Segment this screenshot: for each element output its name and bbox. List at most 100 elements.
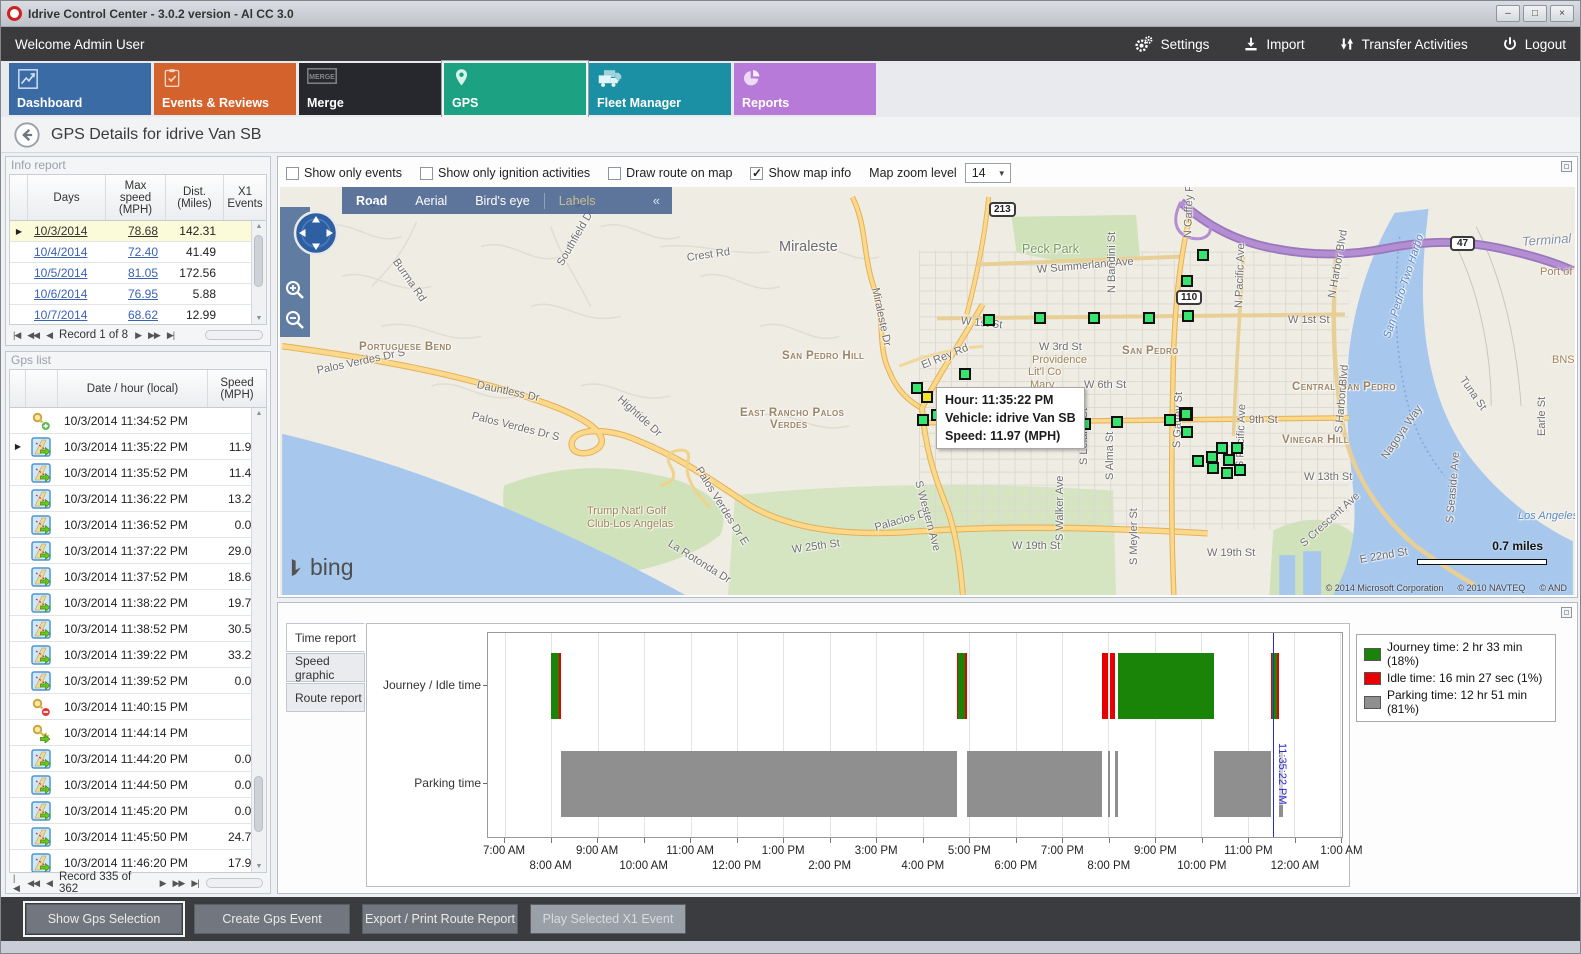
parking-bar[interactable] bbox=[561, 751, 956, 817]
gps-row[interactable]: 10/3/2014 11:35:52 PM11.47 bbox=[10, 460, 266, 486]
max-speed-link[interactable]: 81.05 bbox=[106, 266, 166, 280]
gps-row[interactable]: 10/3/2014 11:36:22 PM13.28 bbox=[10, 486, 266, 512]
parking-bar[interactable] bbox=[1115, 751, 1118, 817]
gps-row[interactable]: 10/3/2014 11:39:52 PM0.00 bbox=[10, 668, 266, 694]
gps-row[interactable]: 10/3/2014 11:37:52 PM18.63 bbox=[10, 564, 266, 590]
gps-marker[interactable] bbox=[1231, 442, 1243, 454]
pager-next-icon[interactable]: ▶| bbox=[167, 330, 174, 341]
gps-marker[interactable] bbox=[1088, 312, 1100, 324]
parking-bar[interactable] bbox=[967, 751, 1102, 817]
max-speed-link[interactable]: 72.40 bbox=[106, 245, 166, 259]
table-row[interactable]: 10/7/201468.6212.99 bbox=[10, 305, 266, 325]
journey-bar[interactable] bbox=[1124, 653, 1214, 719]
gps-row[interactable]: 10/3/2014 11:37:22 PM29.05 bbox=[10, 538, 266, 564]
maximize-button[interactable]: □ bbox=[1523, 5, 1547, 22]
map-panel-collapse-icon[interactable] bbox=[1561, 161, 1572, 172]
pager-next-icon[interactable]: ▶ bbox=[160, 878, 166, 889]
column-header-datetime[interactable]: Date / hour (local) bbox=[58, 370, 208, 407]
zoom-in-icon[interactable] bbox=[284, 279, 306, 301]
idle-bar[interactable] bbox=[1277, 653, 1279, 719]
play-selected-x1-event-button[interactable]: Play Selected X1 Event bbox=[530, 904, 686, 934]
max-speed-link[interactable]: 78.68 bbox=[106, 224, 166, 238]
idle-bar[interactable] bbox=[559, 653, 561, 719]
pager-next-icon[interactable]: ▶ bbox=[135, 330, 141, 341]
checkbox-icon[interactable] bbox=[286, 167, 299, 180]
gps-marker[interactable] bbox=[1181, 426, 1193, 438]
gps-marker-selected[interactable] bbox=[921, 391, 933, 403]
gps-row[interactable]: 10/3/2014 11:39:22 PM33.21 bbox=[10, 642, 266, 668]
map-option-checkbox[interactable]: Show only events bbox=[286, 166, 402, 180]
tab-fleet-manager[interactable]: Fleet Manager bbox=[589, 63, 731, 115]
gps-row[interactable]: 10/3/2014 11:44:20 PM0.00 bbox=[10, 746, 266, 772]
tab-merge[interactable]: MERGE Merge bbox=[299, 63, 441, 115]
gps-row[interactable]: 10/3/2014 11:38:22 PM19.70 bbox=[10, 590, 266, 616]
pager-next-icon[interactable]: ▶▶ bbox=[172, 878, 184, 889]
gps-marker[interactable] bbox=[1143, 312, 1155, 324]
map-style-birdseye[interactable]: Bird's eye bbox=[461, 194, 544, 208]
bing-map[interactable]: MiralesteCrest RdBurma RdSouthfield DrMi… bbox=[280, 187, 1575, 595]
time-cursor[interactable] bbox=[1273, 633, 1274, 837]
map-style-aerial[interactable]: Aerial bbox=[401, 194, 461, 208]
checkbox-icon[interactable] bbox=[608, 167, 621, 180]
gps-row[interactable]: 10/3/2014 11:44:14 PM bbox=[10, 720, 266, 746]
gps-marker[interactable] bbox=[1197, 249, 1209, 261]
column-header-max-speed[interactable]: Max speed (MPH) bbox=[106, 175, 166, 220]
map-option-checkbox[interactable]: ✓Show map info bbox=[750, 166, 851, 180]
pager-prev-icon[interactable]: |◀ bbox=[13, 873, 20, 894]
gps-marker[interactable] bbox=[959, 368, 971, 380]
map-style-road[interactable]: Road bbox=[342, 194, 401, 208]
pager-hscroll[interactable] bbox=[206, 878, 263, 888]
parking-bar[interactable] bbox=[1214, 751, 1271, 817]
gps-marker[interactable] bbox=[1181, 275, 1193, 287]
map-compass-icon[interactable] bbox=[292, 209, 340, 257]
journey-bar[interactable] bbox=[958, 653, 965, 719]
pager-next-icon[interactable]: ▶▶ bbox=[148, 330, 160, 341]
tab-gps[interactable]: GPS bbox=[444, 63, 586, 115]
create-gps-event-button[interactable]: Create Gps Event bbox=[194, 904, 350, 934]
pager-prev-icon[interactable]: ◀ bbox=[46, 878, 52, 889]
pager-prev-icon[interactable]: ◀ bbox=[46, 330, 52, 341]
pager-next-icon[interactable]: ▶| bbox=[191, 878, 198, 889]
max-speed-link[interactable]: 68.62 bbox=[106, 308, 166, 322]
table-row[interactable]: 10/4/201472.4041.49 bbox=[10, 242, 266, 263]
info-report-scrollbar[interactable]: ▲ ▼ bbox=[251, 221, 266, 324]
table-row[interactable]: ▶10/3/201478.68142.31 bbox=[10, 221, 266, 242]
table-row[interactable]: 10/5/201481.05172.56 bbox=[10, 263, 266, 284]
pager-prev-icon[interactable]: ◀◀ bbox=[27, 878, 39, 889]
show-gps-selection-button[interactable]: Show Gps Selection bbox=[26, 904, 182, 934]
column-header-x1-events[interactable]: X1 Events bbox=[224, 175, 266, 220]
gps-row[interactable]: 10/3/2014 11:36:52 PM0.00 bbox=[10, 512, 266, 538]
gps-row[interactable]: 10/3/2014 11:40:15 PM bbox=[10, 694, 266, 720]
journey-bar[interactable] bbox=[551, 653, 559, 719]
back-button[interactable] bbox=[13, 121, 41, 149]
column-header[interactable] bbox=[10, 175, 28, 220]
gps-row[interactable]: 10/3/2014 11:38:52 PM30.55 bbox=[10, 616, 266, 642]
chart-tab-route-report[interactable]: Route report bbox=[286, 683, 365, 712]
column-header-dist[interactable]: Dist. (Miles) bbox=[166, 175, 224, 220]
gps-row[interactable]: 10/3/2014 11:34:52 PM bbox=[10, 408, 266, 434]
map-option-checkbox[interactable]: Draw route on map bbox=[608, 166, 732, 180]
gps-list-scrollbar[interactable]: ▲ ▼ bbox=[251, 408, 266, 872]
toolbar-collapse-icon[interactable]: « bbox=[653, 193, 672, 208]
gps-marker[interactable] bbox=[1234, 464, 1246, 476]
max-speed-link[interactable]: 76.95 bbox=[106, 287, 166, 301]
transfer-activities-button[interactable]: Transfer Activities bbox=[1339, 35, 1468, 53]
timeline-plot[interactable]: 11:35:22 PM bbox=[487, 632, 1343, 838]
day-link[interactable]: 10/7/2014 bbox=[28, 308, 106, 322]
gps-row[interactable]: ▶10/3/2014 11:35:22 PM11.97 bbox=[10, 434, 266, 460]
chart-tab-speed-graphic[interactable]: Speed graphic bbox=[286, 653, 365, 682]
gps-marker[interactable] bbox=[1034, 312, 1046, 324]
minimize-button[interactable]: – bbox=[1496, 5, 1520, 22]
gps-marker[interactable] bbox=[1164, 414, 1176, 426]
gps-row[interactable]: 10/3/2014 11:45:20 PM0.00 bbox=[10, 798, 266, 824]
tab-reports[interactable]: Reports bbox=[734, 63, 876, 115]
day-link[interactable]: 10/4/2014 bbox=[28, 245, 106, 259]
pager-prev-icon[interactable]: ◀◀ bbox=[27, 330, 39, 341]
logout-button[interactable]: Logout bbox=[1502, 35, 1566, 53]
gps-marker[interactable] bbox=[983, 314, 995, 326]
gps-marker[interactable] bbox=[1182, 310, 1194, 322]
column-header-days[interactable]: Days bbox=[28, 175, 106, 220]
gps-marker[interactable] bbox=[1221, 467, 1233, 479]
day-link[interactable]: 10/3/2014 bbox=[28, 224, 106, 238]
gps-row[interactable]: 10/3/2014 11:44:50 PM0.00 bbox=[10, 772, 266, 798]
